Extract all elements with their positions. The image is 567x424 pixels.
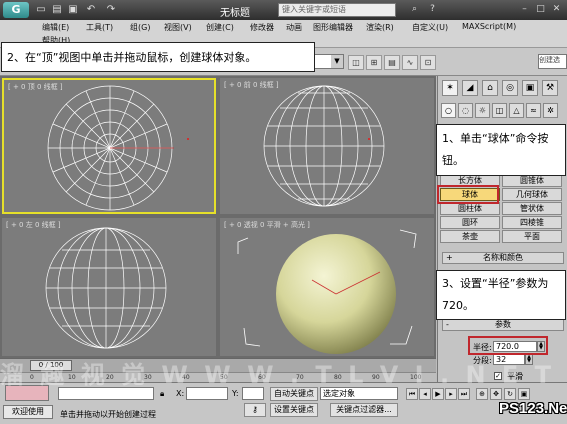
schematic-icon[interactable]: ⊡ [420, 55, 436, 70]
helpers-icon[interactable]: △ [509, 103, 524, 118]
plane-button[interactable]: 平面 [502, 230, 562, 243]
app-logo[interactable]: G [3, 2, 29, 18]
menu-tools[interactable]: 工具(T) [86, 22, 113, 33]
x-label: X: [176, 389, 185, 398]
menu-view[interactable]: 视图(V) [164, 22, 192, 33]
expand-icon: + [446, 253, 453, 262]
menu-create[interactable]: 创建(C) [206, 22, 234, 33]
search-input[interactable]: 键入关键字或短语 [278, 3, 396, 17]
undo-icon[interactable]: ↶ [84, 3, 98, 17]
viewport-area: [ + 0 顶 0 线框 ] [ + 0 前 0 线框 ] [+ 0 左 0 … [0, 76, 436, 358]
lights-icon[interactable]: ☼ [475, 103, 490, 118]
torus-button[interactable]: 圆环 [440, 216, 500, 229]
sphere-button-highlight [437, 185, 499, 204]
spacewarps-icon[interactable]: ≈ [526, 103, 541, 118]
menu-edit[interactable]: 编辑(E) [42, 22, 69, 33]
pyramid-button[interactable]: 四棱锥 [502, 216, 562, 229]
cameras-icon[interactable]: ◫ [492, 103, 507, 118]
sphere-top-view [47, 85, 189, 211]
redo-icon[interactable]: ↷ [104, 3, 118, 17]
menu-animation[interactable]: 动画 [286, 22, 302, 33]
curve-editor-icon[interactable]: ∿ [402, 55, 418, 70]
key-filters-button[interactable]: 关键点过滤器... [330, 403, 398, 417]
systems-icon[interactable]: ✲ [543, 103, 558, 118]
new-file-icon[interactable]: ▭ [34, 3, 48, 17]
align-icon[interactable]: ⊞ [366, 55, 382, 70]
prompt-text: 单击并拖动以开始创建过程 [60, 410, 156, 419]
callout-step-sphere: 1、单击“球体”命令按钮。 [436, 124, 566, 176]
watermark: 溜 趣 视 觉 W W W . T L V I . N E T [0, 361, 556, 389]
menu-graph-editors[interactable]: 图形编辑器 [313, 22, 353, 33]
viewport-front[interactable]: [ + 0 前 0 线框 ] [220, 78, 434, 214]
zoom-icon[interactable]: ⊕ [476, 388, 488, 400]
go-to-end-icon[interactable]: ⏭ [458, 388, 470, 400]
save-icon[interactable]: ▣ [66, 3, 80, 17]
parameters-rollout-label: 参数 [495, 320, 511, 329]
modify-tab-icon[interactable]: ◢ [462, 80, 478, 96]
tube-button[interactable]: 管状体 [502, 202, 562, 215]
help-icon[interactable]: ? [426, 3, 439, 16]
sphere-perspective-view [237, 229, 417, 354]
callout-step-radius: 3、设置“半径”参数为 720。 [436, 270, 566, 320]
radius-highlight [468, 336, 548, 355]
viewport-perspective[interactable]: [ + 0 透视 0 平滑 + 高光 ] [220, 218, 434, 356]
menu-modifiers[interactable]: 修改器 [250, 22, 274, 33]
minimize-icon[interactable]: – [518, 3, 531, 16]
welcome-button[interactable]: 欢迎使用 [3, 405, 53, 419]
pan-icon[interactable]: ✥ [490, 388, 502, 400]
hierarchy-tab-icon[interactable]: ⌂ [482, 80, 498, 96]
menu-maxscript[interactable]: MAXScript(M) [462, 22, 516, 31]
named-selection-input[interactable]: 创建选 [538, 54, 567, 69]
motion-tab-icon[interactable]: ◎ [502, 80, 518, 96]
y-label: Y: [232, 389, 239, 398]
utilities-tab-icon[interactable]: ⚒ [542, 80, 558, 96]
open-file-icon[interactable]: ▤ [50, 3, 64, 17]
search-icon[interactable]: ⌕ [408, 3, 421, 16]
window-title: 无标题 [220, 8, 250, 19]
key-icon[interactable]: ⚷ [244, 403, 266, 417]
brand-text: PS123.Net [499, 400, 567, 417]
shapes-icon[interactable]: ◌ [458, 103, 473, 118]
lock-icon[interactable]: 🔒︎ [160, 389, 164, 399]
menu-group[interactable]: 组(G) [130, 22, 150, 33]
teapot-button[interactable]: 茶壶 [440, 230, 500, 243]
layer-icon[interactable]: ▤ [384, 55, 400, 70]
name-color-rollout-label: 名称和颜色 [483, 253, 523, 262]
sphere-front-view [263, 85, 385, 207]
command-panel-tabs: ✶ ◢ ⌂ ◎ ▣ ⚒ [438, 78, 567, 98]
mirror-icon[interactable]: ◫ [348, 55, 364, 70]
callout-step-drag: 2、在“顶”视图中单击并拖动鼠标，创建球体对象。 [1, 42, 315, 72]
display-tab-icon[interactable]: ▣ [522, 80, 538, 96]
menu-rendering[interactable]: 渲染(R) [366, 22, 394, 33]
chevron-down-icon: ▼ [331, 55, 343, 68]
close-icon[interactable]: ✕ [550, 3, 563, 16]
brand-logo: PS123.Net [499, 400, 567, 417]
set-key-button[interactable]: 设置关键点 [270, 403, 318, 417]
name-color-rollout[interactable]: + 名称和颜色 [442, 252, 564, 264]
sphere-left-view [45, 227, 167, 349]
geosphere-button[interactable]: 几何球体 [502, 188, 562, 201]
orbit-icon[interactable]: ↻ [504, 388, 516, 400]
maximize-icon[interactable]: □ [534, 3, 547, 16]
create-category-tabs: ○ ◌ ☼ ◫ △ ≈ ✲ [438, 101, 567, 121]
viewport-left[interactable]: [ + 0 左 0 线框 ] [2, 218, 216, 356]
title-bar: G ▭ ▤ ▣ ↶ ↷ 无标题 键入关键字或短语 ⌕ ? – □ ✕ [0, 0, 567, 20]
menu-customize[interactable]: 自定义(U) [412, 22, 448, 33]
parameters-rollout[interactable]: - 参数 [442, 319, 564, 331]
viewport-top[interactable]: [ + 0 顶 0 线框 ] [2, 78, 216, 214]
next-frame-icon[interactable]: ▸ [445, 388, 457, 400]
collapse-icon: - [446, 320, 449, 329]
geometry-icon[interactable]: ○ [441, 103, 456, 118]
maximize-viewport-icon[interactable]: ▣ [518, 388, 530, 400]
create-tab-icon[interactable]: ✶ [442, 80, 458, 96]
